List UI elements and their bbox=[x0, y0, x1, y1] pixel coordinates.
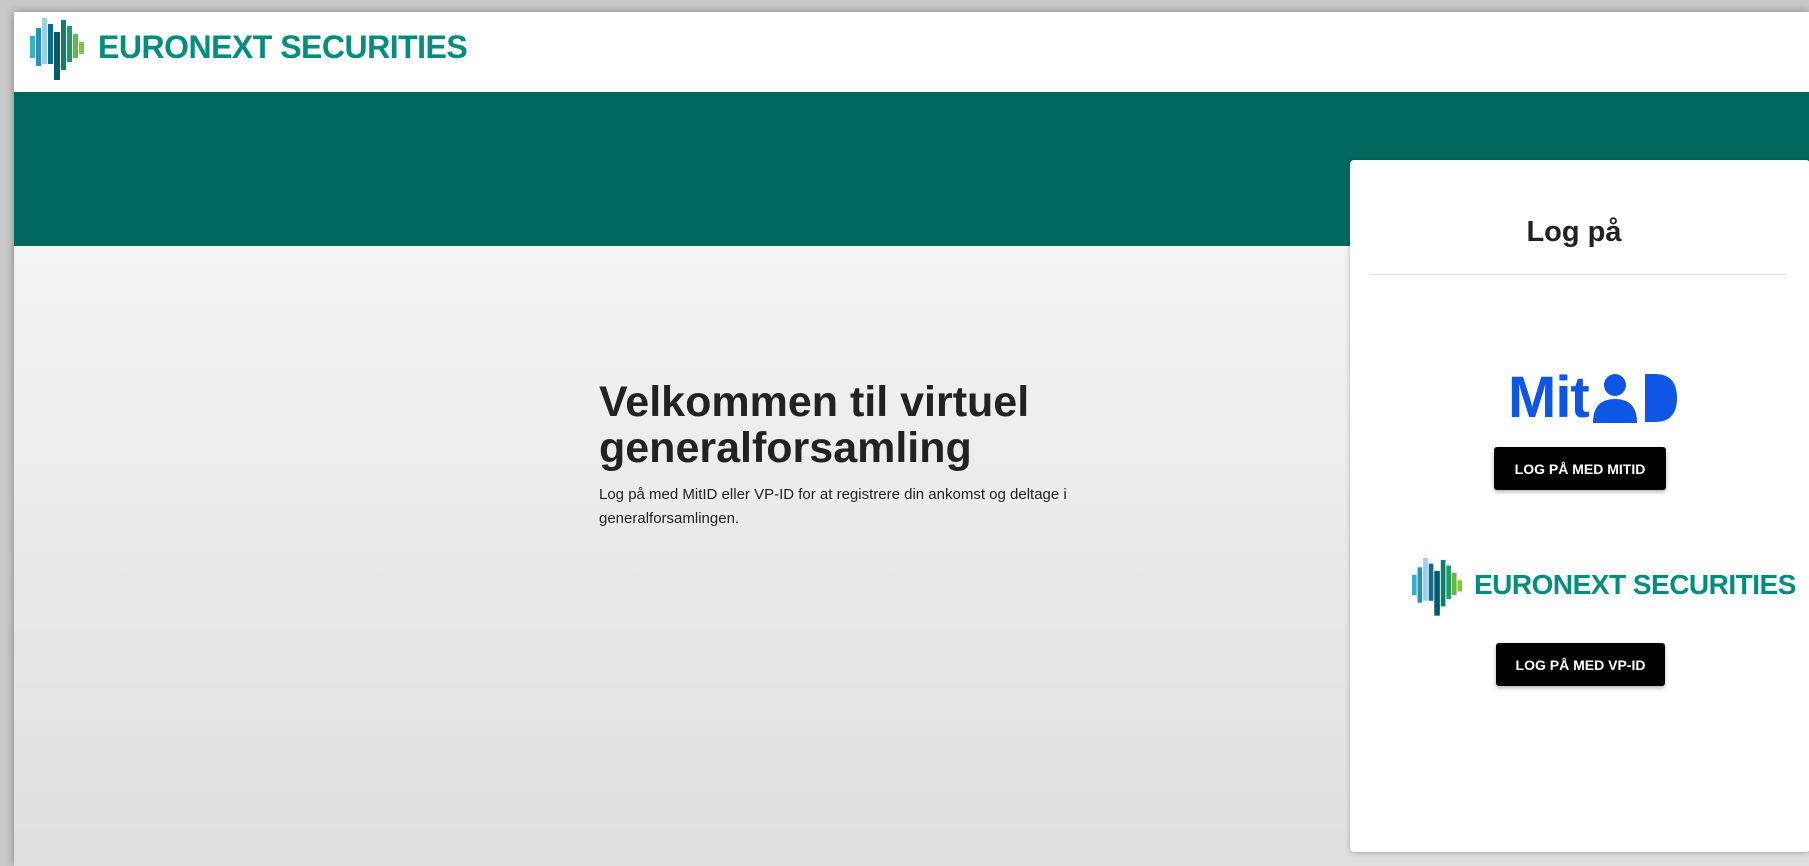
euronext-card-logo: EURONEXT SECURITIES bbox=[1412, 554, 1796, 616]
welcome-description: Log på med MitID eller VP-ID for at regi… bbox=[599, 486, 1067, 527]
euronext-mark-icon bbox=[30, 18, 84, 80]
card-divider bbox=[1369, 274, 1787, 275]
card-brand-name: EURONEXT SECURITIES bbox=[1474, 569, 1796, 600]
browser-page: EURONEXT SECURITIES Velkommen til virtue… bbox=[14, 12, 1809, 866]
login-card-title: Log på bbox=[1526, 216, 1622, 248]
mitid-person-icon bbox=[1592, 374, 1677, 423]
welcome-section: Velkommen til virtuel generalforsamling … bbox=[599, 379, 1119, 531]
brand-name: EURONEXT SECURITIES bbox=[98, 28, 468, 65]
login-mitid-button[interactable]: LOG PÅ MED MITID bbox=[1494, 447, 1666, 490]
login-vpid-button[interactable]: LOG PÅ MED VP-ID bbox=[1496, 643, 1665, 686]
mitid-logo: Mit bbox=[1508, 368, 1677, 428]
login-card: Log på Mit LOG PÅ MED MITID EURONEXT SEC… bbox=[1350, 160, 1809, 852]
euronext-mark-icon bbox=[1412, 558, 1463, 616]
top-header: EURONEXT SECURITIES bbox=[14, 12, 1809, 92]
euronext-logo[interactable]: EURONEXT SECURITIES bbox=[30, 14, 468, 80]
mitid-logo-text: Mit bbox=[1508, 365, 1590, 430]
welcome-title: Velkommen til virtuel generalforsamling bbox=[599, 378, 1030, 472]
